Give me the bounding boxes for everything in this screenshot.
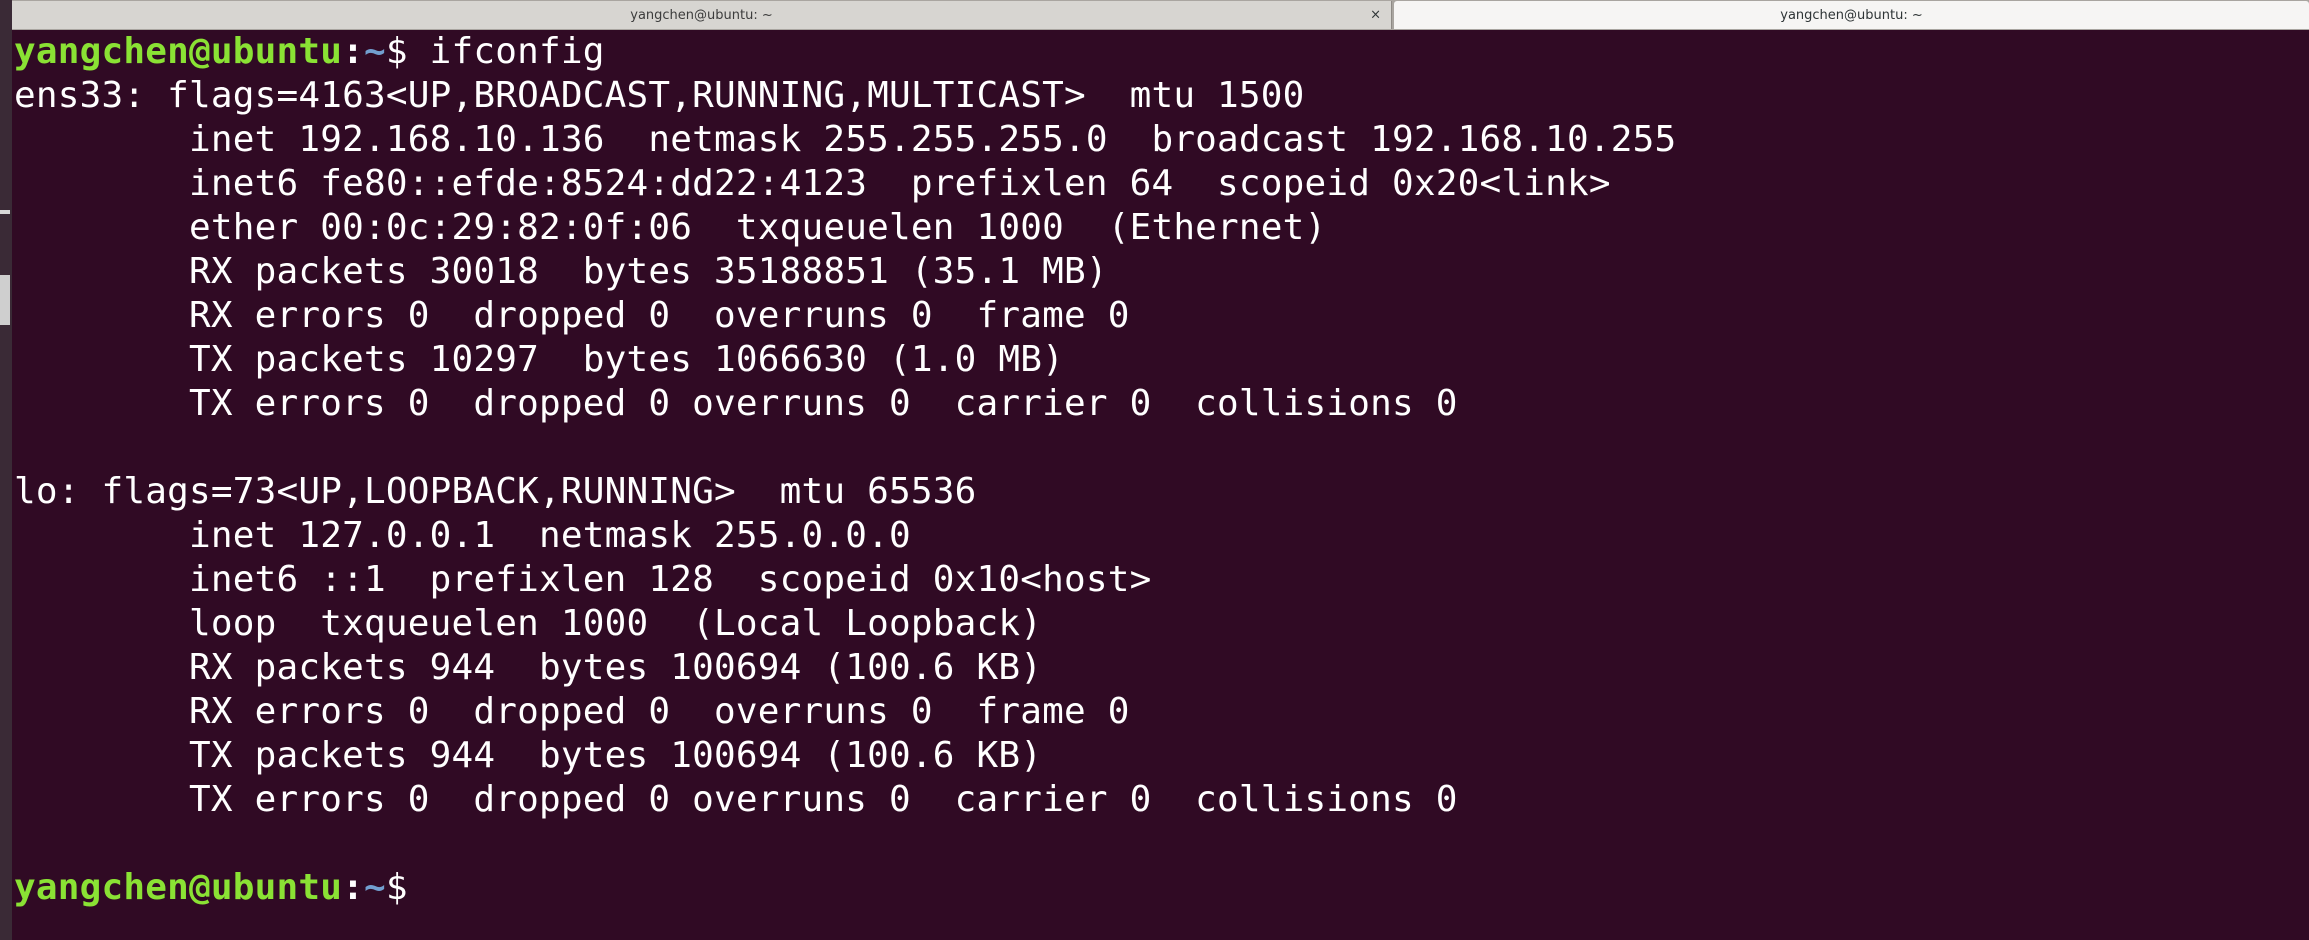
tab-close-icon[interactable]: × bbox=[1370, 8, 1381, 23]
tab-bar: yangchen@ubuntu: ~ × yangchen@ubuntu: ~ bbox=[12, 0, 2309, 30]
prompt-separator: : bbox=[342, 867, 364, 908]
output-line: RX packets 944 bytes 100694 (100.6 KB) bbox=[14, 647, 1043, 688]
output-line: ens33: flags=4163<UP,BROADCAST,RUNNING,M… bbox=[14, 75, 1305, 116]
tab-terminal-2[interactable]: yangchen@ubuntu: ~ bbox=[1394, 1, 2309, 29]
prompt-line: yangchen@ubuntu:~$ bbox=[14, 866, 2309, 910]
output-line bbox=[14, 822, 2309, 866]
desktop-left-edge bbox=[0, 0, 12, 940]
desktop-edge-mark bbox=[0, 210, 10, 214]
output-line bbox=[14, 426, 2309, 470]
tab-terminal-1[interactable]: yangchen@ubuntu: ~ × bbox=[12, 1, 1392, 29]
output-line: inet 127.0.0.1 netmask 255.0.0.0 bbox=[14, 515, 911, 556]
output-line: ether 00:0c:29:82:0f:06 txqueuelen 1000 … bbox=[14, 207, 1327, 248]
output-line: RX errors 0 dropped 0 overruns 0 frame 0 bbox=[14, 295, 1130, 336]
prompt-line: yangchen@ubuntu:~$ ifconfig bbox=[14, 30, 2309, 74]
output-line: lo: flags=73<UP,LOOPBACK,RUNNING> mtu 65… bbox=[14, 471, 977, 512]
output-line: RX errors 0 dropped 0 overruns 0 frame 0 bbox=[14, 691, 1130, 732]
output-line: inet6 fe80::efde:8524:dd22:4123 prefixle… bbox=[14, 163, 1611, 204]
output-line: TX packets 10297 bytes 1066630 (1.0 MB) bbox=[14, 339, 1064, 380]
output-line: TX packets 944 bytes 100694 (100.6 KB) bbox=[14, 735, 1043, 776]
prompt-symbol: $ bbox=[385, 31, 430, 72]
output-line: TX errors 0 dropped 0 overruns 0 carrier… bbox=[14, 383, 1458, 424]
command-text: ifconfig bbox=[429, 31, 605, 72]
tab-title: yangchen@ubuntu: ~ bbox=[630, 7, 773, 23]
output-line: inet 192.168.10.136 netmask 255.255.255.… bbox=[14, 119, 1677, 160]
prompt-user-host: yangchen@ubuntu bbox=[14, 31, 343, 72]
desktop-edge-mark bbox=[0, 275, 10, 325]
prompt-symbol: $ bbox=[385, 867, 430, 908]
output-line: inet6 ::1 prefixlen 128 scopeid 0x10<hos… bbox=[14, 559, 1152, 600]
prompt-separator: : bbox=[342, 31, 364, 72]
prompt-path: ~ bbox=[363, 31, 386, 72]
prompt-user-host: yangchen@ubuntu bbox=[14, 867, 343, 908]
tab-title: yangchen@ubuntu: ~ bbox=[1780, 7, 1923, 23]
terminal-output-area[interactable]: yangchen@ubuntu:~$ ifconfig ens33: flags… bbox=[12, 30, 2309, 940]
prompt-path: ~ bbox=[363, 867, 386, 908]
output-line: TX errors 0 dropped 0 overruns 0 carrier… bbox=[14, 779, 1458, 820]
terminal-window: yangchen@ubuntu: ~ × yangchen@ubuntu: ~ … bbox=[0, 0, 2309, 940]
output-line: RX packets 30018 bytes 35188851 (35.1 MB… bbox=[14, 251, 1108, 292]
output-line: loop txqueuelen 1000 (Local Loopback) bbox=[14, 603, 1043, 644]
